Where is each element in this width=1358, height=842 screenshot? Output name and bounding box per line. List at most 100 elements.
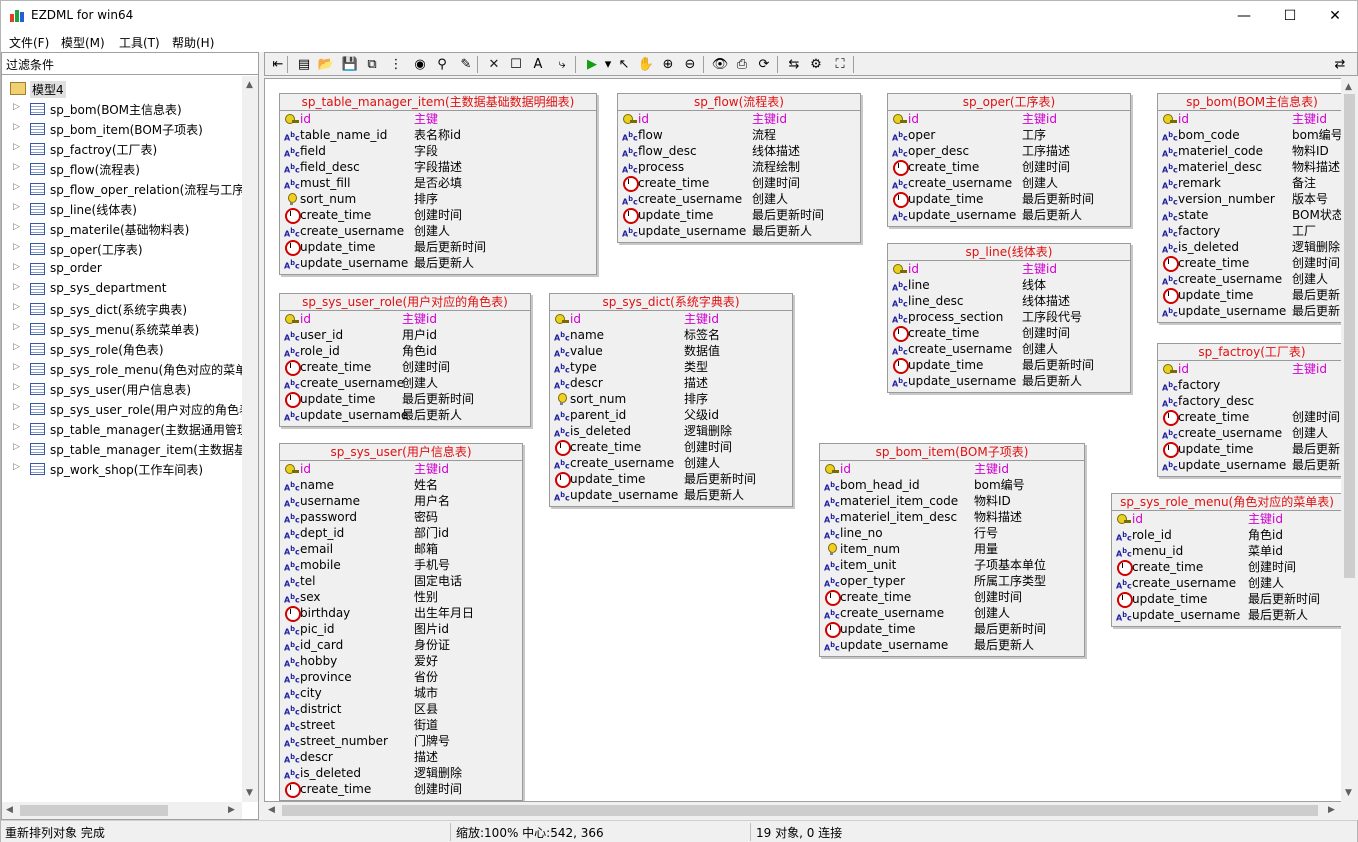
entity-field[interactable]: Abc pic_id 图片id bbox=[280, 621, 522, 637]
scroll-left-icon[interactable]: ◀ bbox=[268, 805, 275, 815]
tree-icon[interactable]: ⋮ bbox=[387, 56, 405, 73]
binoculars-icon[interactable]: ⚲ bbox=[433, 56, 451, 73]
entity-field[interactable]: id 主键id bbox=[888, 111, 1130, 127]
entity-field[interactable]: Abc create_username 创建人 bbox=[1158, 425, 1346, 441]
entity-field[interactable]: Abc city 城市 bbox=[280, 685, 522, 701]
minimize-button[interactable]: — bbox=[1221, 1, 1267, 31]
scroll-thumb[interactable] bbox=[1344, 94, 1355, 578]
entity-field[interactable]: Abc create_username 创建人 bbox=[550, 455, 792, 471]
entity-field[interactable]: Abc sex 性别 bbox=[280, 589, 522, 605]
entity-field[interactable]: Abc dept_id 部门id bbox=[280, 525, 522, 541]
entity-field[interactable]: create_time 创建时间 bbox=[1158, 255, 1346, 272]
entity-field[interactable]: id 主键id bbox=[550, 311, 792, 327]
entity-field[interactable]: create_time 创建时间 bbox=[1158, 409, 1346, 426]
delete-icon[interactable]: ✕ bbox=[485, 56, 503, 73]
scroll-thumb[interactable] bbox=[282, 805, 1318, 816]
back-icon[interactable]: ⇤ bbox=[269, 56, 287, 73]
entity-field[interactable]: id 主键id bbox=[280, 311, 530, 327]
entity-field[interactable]: Abc role_id 角色id bbox=[1112, 527, 1342, 543]
entity-field[interactable]: Abc update_username 最后更新 bbox=[1158, 303, 1346, 319]
entity-field[interactable]: Abc create_username 创建人 bbox=[280, 375, 530, 391]
print-icon[interactable]: ⎙ bbox=[733, 56, 751, 73]
entity-field[interactable]: id 主键 bbox=[280, 111, 596, 127]
entity-field[interactable]: Abc materiel_desc 物料描述 bbox=[1158, 159, 1346, 175]
entity-field[interactable]: Abc create_username 创建人 bbox=[888, 341, 1130, 357]
entity-field[interactable]: Abc materiel_item_desc 物料描述 bbox=[820, 509, 1084, 525]
entity-field[interactable]: update_time 最后更新时间 bbox=[888, 191, 1130, 208]
entity-field[interactable]: update_time 最后更新时间 bbox=[820, 621, 1084, 638]
entity-table[interactable]: sp_factroy(工厂表) id 主键id Abc factory Abc factor… bbox=[1157, 343, 1347, 477]
expand-icon[interactable]: ▷ bbox=[13, 262, 20, 272]
canvas-horizontal-scrollbar[interactable]: ◀ ▶ bbox=[264, 802, 1341, 819]
expand-icon[interactable]: ▷ bbox=[13, 302, 20, 312]
canvas-vertical-scrollbar[interactable]: ▲ ▼ bbox=[1341, 78, 1358, 802]
entity-field[interactable]: Abc factory bbox=[1158, 377, 1346, 393]
entity-field[interactable]: Abc create_username 创建人 bbox=[1112, 575, 1342, 591]
expand-icon[interactable]: ▷ bbox=[13, 382, 20, 392]
expand-icon[interactable]: ▷ bbox=[13, 182, 20, 192]
entity-field[interactable]: update_time 最后更新时间 bbox=[280, 239, 596, 256]
tree-horizontal-scrollbar[interactable]: ◀ ▶ bbox=[2, 802, 242, 819]
entity-field[interactable]: Abc hobby 爱好 bbox=[280, 653, 522, 669]
entity-field[interactable]: Abc flow_desc 线体描述 bbox=[618, 143, 860, 159]
entity-field[interactable]: update_time 最后更新时间 bbox=[550, 471, 792, 488]
menu-tools[interactable]: 工具(T) bbox=[119, 34, 160, 51]
entity-field[interactable]: Abc remark 备注 bbox=[1158, 175, 1346, 191]
entity-field[interactable]: Abc mobile 手机号 bbox=[280, 557, 522, 573]
entity-field[interactable]: sort_num 排序 bbox=[550, 391, 792, 407]
entity-field[interactable]: Abc user_id 用户id bbox=[280, 327, 530, 343]
expand-icon[interactable]: ▷ bbox=[13, 462, 20, 472]
entity-field[interactable]: Abc flow 流程 bbox=[618, 127, 860, 143]
expand-icon[interactable]: ▷ bbox=[13, 442, 20, 452]
entity-field[interactable]: Abc descr 描述 bbox=[550, 375, 792, 391]
entity-field[interactable]: Abc create_username 创建人 bbox=[1158, 271, 1346, 287]
save-icon[interactable]: 💾 bbox=[341, 56, 359, 73]
entity-table[interactable]: sp_sys_user_role(用户对应的角色表) id 主键id Abc user_… bbox=[279, 293, 531, 427]
entity-field[interactable]: Abc id_card 身份证 bbox=[280, 637, 522, 653]
entity-field[interactable]: Abc line_no 行号 bbox=[820, 525, 1084, 541]
entity-field[interactable]: id 主键id bbox=[888, 261, 1130, 277]
scroll-down-icon[interactable]: ▼ bbox=[1345, 788, 1352, 798]
entity-field[interactable]: Abc username 用户名 bbox=[280, 493, 522, 509]
close-button[interactable]: ✕ bbox=[1312, 1, 1358, 31]
entity-table[interactable]: sp_bom_item(BOM子项表) id 主键id Abc bom_head_id b… bbox=[819, 443, 1085, 657]
fit-icon[interactable]: ⛶ bbox=[831, 56, 849, 73]
scroll-up-icon[interactable]: ▲ bbox=[1345, 82, 1352, 92]
filter-input[interactable]: 过滤条件 bbox=[2, 53, 258, 75]
entity-table[interactable]: sp_oper(工序表) id 主键id Abc oper 工序 Abc oper_desc 工… bbox=[887, 93, 1131, 227]
panel-toggle-icon[interactable]: ⇄ bbox=[1331, 56, 1349, 73]
entity-field[interactable]: Abc parent_id 父级id bbox=[550, 407, 792, 423]
entity-field[interactable]: update_time 最后更新时间 bbox=[1112, 591, 1342, 608]
scroll-right-icon[interactable]: ▶ bbox=[228, 805, 235, 815]
entity-field[interactable]: id 主键id bbox=[1158, 111, 1346, 127]
zoom-in-icon[interactable]: ⊕ bbox=[659, 56, 677, 73]
entity-field[interactable]: Abc value 数据值 bbox=[550, 343, 792, 359]
open-icon[interactable]: 📂 bbox=[317, 56, 335, 73]
entity-field[interactable]: update_time 最后更新时间 bbox=[280, 391, 530, 408]
globe-icon[interactable]: ◉ bbox=[411, 56, 429, 73]
entity-field[interactable]: update_time 最后更新时间 bbox=[618, 207, 860, 224]
menu-model[interactable]: 模型(M) bbox=[61, 34, 105, 51]
entity-field[interactable]: Abc tel 固定电话 bbox=[280, 573, 522, 589]
entity-field[interactable]: update_time 最后更新 bbox=[1158, 287, 1346, 304]
expand-icon[interactable]: ▷ bbox=[13, 202, 20, 212]
hand-icon[interactable]: ✋ bbox=[637, 56, 655, 73]
entity-field[interactable]: Abc update_username 最后更新 bbox=[1158, 457, 1346, 473]
entity-field[interactable]: create_time 创建时间 bbox=[888, 159, 1130, 176]
expand-icon[interactable]: ▷ bbox=[13, 162, 20, 172]
expand-icon[interactable]: ▷ bbox=[13, 422, 20, 432]
pen-icon[interactable]: ✎ bbox=[457, 56, 475, 73]
scroll-up-icon[interactable]: ▲ bbox=[246, 80, 253, 90]
entity-field[interactable]: Abc state BOM状态 bbox=[1158, 207, 1346, 223]
entity-field[interactable]: Abc line 线体 bbox=[888, 277, 1130, 293]
entity-field[interactable]: Abc district 区县 bbox=[280, 701, 522, 717]
entity-field[interactable]: create_time 创建时间 bbox=[280, 359, 530, 376]
entity-table[interactable]: sp_table_manager_item(主数据基础数据明细表) id 主键 Abc… bbox=[279, 93, 597, 275]
entity-table[interactable]: sp_flow(流程表) id 主键id Abc flow 流程 Abc flow_desc 线… bbox=[617, 93, 861, 243]
menu-file[interactable]: 文件(F) bbox=[9, 34, 49, 51]
expand-icon[interactable]: ▷ bbox=[13, 242, 20, 252]
entity-field[interactable]: Abc oper 工序 bbox=[888, 127, 1130, 143]
scroll-down-icon[interactable]: ▼ bbox=[246, 788, 253, 798]
entity-field[interactable]: Abc materiel_code 物料ID bbox=[1158, 143, 1346, 159]
entity-field[interactable]: Abc oper_typer 所属工序类型 bbox=[820, 573, 1084, 589]
